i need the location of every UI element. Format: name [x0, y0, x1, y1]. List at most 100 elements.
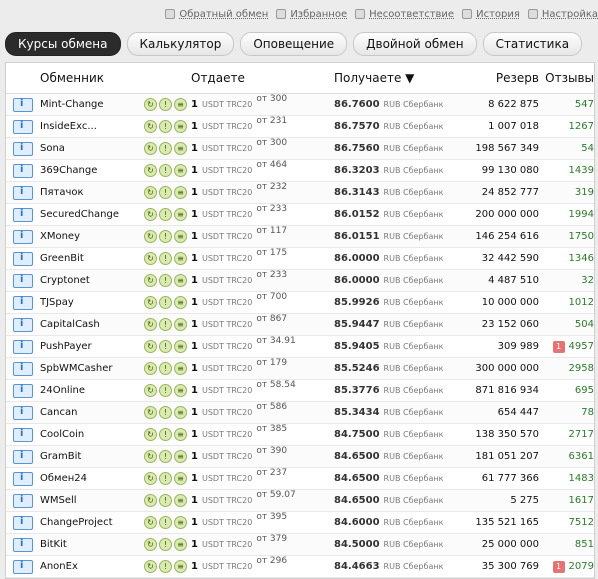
exchanger-name[interactable]: Пятачок [40, 187, 84, 198]
table-row[interactable]: PushPayer ↻ ! ≡ 1 USDT TRC20 от 34.91 85… [6, 336, 594, 358]
reviews-count[interactable]: 695 [575, 385, 594, 396]
info-icon[interactable] [13, 185, 33, 200]
exchanger-name[interactable]: Cancan [40, 407, 77, 418]
exchanger-name[interactable]: 369Change [40, 165, 97, 176]
tab-calculator[interactable]: Калькулятор [126, 32, 235, 56]
tab-alerts[interactable]: Оповещение [240, 32, 348, 56]
table-row[interactable]: CapitalCash ↻ ! ≡ 1 USDT TRC20 от 867 85… [6, 314, 594, 336]
reviews-count[interactable]: 504 [575, 319, 594, 330]
reviews-count[interactable]: 32 [581, 275, 594, 286]
tab-double-exchange[interactable]: Двойной обмен [353, 32, 477, 56]
reviews-count[interactable]: 851 [575, 539, 594, 550]
info-icon[interactable] [13, 339, 33, 354]
reviews-count[interactable]: 1750 [569, 231, 594, 242]
exchanger-name[interactable]: Sona [40, 143, 65, 154]
top-link-history[interactable]: История [462, 9, 520, 20]
info-icon[interactable] [13, 383, 33, 398]
table-row[interactable]: Пятачок ↻ ! ≡ 1 USDT TRC20 от 232 86.314… [6, 182, 594, 204]
info-icon[interactable] [13, 427, 33, 442]
top-link-settings[interactable]: Настройка [527, 9, 598, 20]
exchanger-name[interactable]: TJSpay [40, 297, 74, 308]
reviews-count[interactable]: 4957 [569, 341, 594, 352]
exchanger-name[interactable]: Mint-Change [40, 99, 104, 110]
table-row[interactable]: 24Online ↻ ! ≡ 1 USDT TRC20 от 58.54 85.… [6, 380, 594, 402]
reviews-count[interactable]: 1483 [569, 473, 594, 484]
exchanger-name[interactable]: BitKit [40, 539, 67, 550]
reviews-count[interactable]: 1346 [569, 253, 594, 264]
exchanger-name[interactable]: ChangeProject [40, 517, 113, 528]
reviews-count[interactable]: 1617 [569, 495, 594, 506]
header-exchanger[interactable]: Обменник [40, 71, 191, 85]
header-reviews[interactable]: Отзывы [539, 71, 594, 85]
info-icon[interactable] [13, 515, 33, 530]
exchanger-name[interactable]: SecuredChange [40, 209, 119, 220]
reviews-count[interactable]: 1994 [569, 209, 594, 220]
exchanger-name[interactable]: WMSell [40, 495, 77, 506]
exchanger-name[interactable]: CoolCoin [40, 429, 84, 440]
reviews-count[interactable]: 6361 [569, 451, 594, 462]
info-icon[interactable] [13, 119, 33, 134]
exchanger-name[interactable]: GramBit [40, 451, 81, 462]
exchanger-name[interactable]: CapitalCash [40, 319, 100, 330]
table-row[interactable]: Mint-Change ↻ ! ≡ 1 USDT TRC20 от 300 86… [6, 94, 594, 116]
info-icon[interactable] [13, 317, 33, 332]
reviews-count[interactable]: 2717 [569, 429, 594, 440]
table-row[interactable]: Cryptonet ↻ ! ≡ 1 USDT TRC20 от 233 86.0… [6, 270, 594, 292]
info-icon[interactable] [13, 273, 33, 288]
exchanger-name[interactable]: SpbWMCasher [40, 363, 112, 374]
reviews-count[interactable]: 54 [581, 143, 594, 154]
info-icon[interactable] [13, 559, 33, 574]
info-icon[interactable] [13, 405, 33, 420]
info-icon[interactable] [13, 295, 33, 310]
info-icon[interactable] [13, 493, 33, 508]
exchanger-name[interactable]: XMoney [40, 231, 80, 242]
table-row[interactable]: 369Change ↻ ! ≡ 1 USDT TRC20 от 464 86.3… [6, 160, 594, 182]
table-row[interactable]: SpbWMCasher ↻ ! ≡ 1 USDT TRC20 от 179 85… [6, 358, 594, 380]
reviews-count[interactable]: 1439 [569, 165, 594, 176]
table-row[interactable]: SecuredChange ↻ ! ≡ 1 USDT TRC20 от 233 … [6, 204, 594, 226]
info-icon[interactable] [13, 229, 33, 244]
reviews-count[interactable]: 319 [575, 187, 594, 198]
exchanger-name[interactable]: 24Online [40, 385, 85, 396]
exchanger-name[interactable]: Cryptonet [40, 275, 90, 286]
table-row[interactable]: BitKit ↻ ! ≡ 1 USDT TRC20 от 379 84.5000… [6, 534, 594, 556]
table-row[interactable]: GramBit ↻ ! ≡ 1 USDT TRC20 от 390 84.650… [6, 446, 594, 468]
reviews-count[interactable]: 7512 [569, 517, 594, 528]
info-icon[interactable] [13, 207, 33, 222]
info-icon[interactable] [13, 471, 33, 486]
table-row[interactable]: ChangeProject ↻ ! ≡ 1 USDT TRC20 от 395 … [6, 512, 594, 534]
header-get[interactable]: Получаете ▼ [334, 71, 459, 85]
info-icon[interactable] [13, 361, 33, 376]
exchanger-name[interactable]: PushPayer [40, 341, 92, 352]
info-icon[interactable] [13, 141, 33, 156]
table-row[interactable]: GreenBit ↻ ! ≡ 1 USDT TRC20 от 175 86.00… [6, 248, 594, 270]
info-icon[interactable] [13, 97, 33, 112]
exchanger-name[interactable]: GreenBit [40, 253, 84, 264]
reviews-count[interactable]: 2958 [569, 363, 594, 374]
info-icon[interactable] [13, 163, 33, 178]
table-row[interactable]: TJSpay ↻ ! ≡ 1 USDT TRC20 от 700 85.9926… [6, 292, 594, 314]
table-row[interactable]: InsideExc... ↻ ! ≡ 1 USDT TRC20 от 231 8… [6, 116, 594, 138]
exchanger-name[interactable]: Обмен24 [40, 473, 87, 484]
reviews-count[interactable]: 1012 [569, 297, 594, 308]
exchanger-name[interactable]: AnonEx [40, 561, 78, 572]
info-icon[interactable] [13, 537, 33, 552]
table-row[interactable]: Sona ↻ ! ≡ 1 USDT TRC20 от 300 86.7560 R… [6, 138, 594, 160]
table-row[interactable]: CoolCoin ↻ ! ≡ 1 USDT TRC20 от 385 84.75… [6, 424, 594, 446]
tab-statistics[interactable]: Статистика [482, 32, 583, 56]
header-reserve[interactable]: Резерв [459, 71, 539, 85]
tab-rates[interactable]: Курсы обмена [5, 32, 121, 56]
reviews-count[interactable]: 2079 [569, 561, 594, 572]
reviews-count[interactable]: 78 [581, 407, 594, 418]
table-row[interactable]: WMSell ↻ ! ≡ 1 USDT TRC20 от 59.07 84.65… [6, 490, 594, 512]
top-link-favorites[interactable]: Избранное [276, 9, 347, 20]
header-give[interactable]: Отдаете [191, 71, 334, 85]
top-link-mismatch[interactable]: Несоответствие [355, 9, 454, 20]
exchanger-name[interactable]: InsideExc... [40, 121, 97, 132]
info-icon[interactable] [13, 251, 33, 266]
table-row[interactable]: XMoney ↻ ! ≡ 1 USDT TRC20 от 117 86.0151… [6, 226, 594, 248]
table-row[interactable]: AnonEx ↻ ! ≡ 1 USDT TRC20 от 296 84.4663… [6, 556, 594, 578]
top-link-reverse-exchange[interactable]: Обратный обмен [165, 9, 268, 20]
reviews-count[interactable]: 547 [575, 99, 594, 110]
info-icon[interactable] [13, 449, 33, 464]
